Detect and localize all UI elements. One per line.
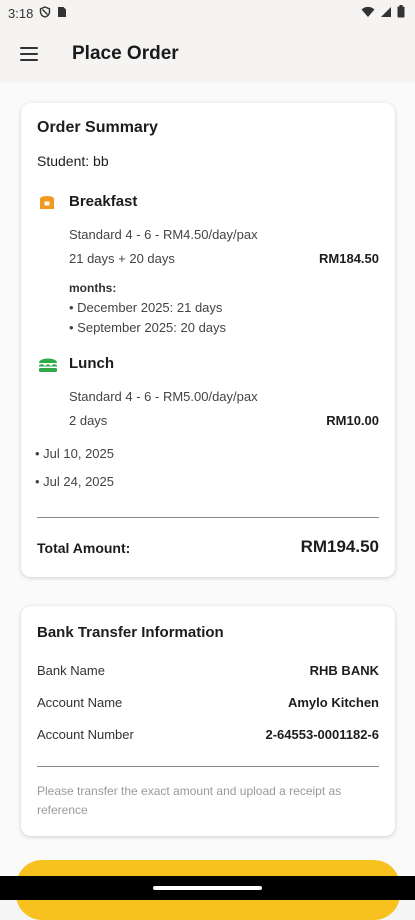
battery-icon	[397, 5, 405, 21]
lunch-icon	[37, 354, 59, 374]
bank-name-label: Bank Name	[37, 663, 105, 678]
account-number-label: Account Number	[37, 727, 134, 742]
month-item: • September 2025: 20 days	[69, 320, 227, 335]
breakfast-icon	[37, 192, 57, 212]
sim-icon	[57, 6, 67, 21]
bank-transfer-card: Bank Transfer Information Bank Name RHB …	[21, 606, 395, 836]
shield-icon	[39, 5, 51, 21]
menu-button[interactable]	[0, 26, 58, 82]
breakfast-days: 21 days + 20 days	[69, 251, 175, 266]
page-title: Place Order	[72, 43, 179, 64]
account-name-value: Amylo Kitchen	[287, 695, 379, 710]
content[interactable]: Order Summary Student: bb Breakfast Stan…	[0, 82, 415, 920]
lunch-title: Lunch	[69, 355, 114, 372]
account-number-value: 2-64553-0001182-6	[265, 727, 380, 742]
breakfast-amount: RM184.50	[319, 251, 379, 266]
breakfast-plan: Standard 4 - 6 - RM4.50/day/pax	[69, 227, 258, 242]
wifi-icon	[361, 6, 375, 21]
home-handle[interactable]	[153, 886, 262, 890]
order-summary-title: Order Summary	[37, 119, 158, 136]
signal-icon	[380, 6, 392, 21]
system-nav-bar	[0, 876, 415, 900]
order-summary-card: Order Summary Student: bb Breakfast Stan…	[21, 103, 395, 577]
lunch-date-item: • Jul 10, 2025	[35, 446, 114, 461]
month-item: • December 2025: 21 days	[69, 300, 223, 315]
total-value: RM194.50	[300, 537, 379, 556]
divider	[37, 517, 379, 518]
lunch-days: 2 days	[69, 413, 108, 428]
lunch-date-item: • Jul 24, 2025	[35, 474, 114, 489]
divider	[37, 766, 379, 767]
lunch-plan: Standard 4 - 6 - RM5.00/day/pax	[69, 389, 258, 404]
menu-icon	[20, 47, 38, 61]
account-name-label: Account Name	[37, 695, 123, 710]
breakfast-title: Breakfast	[69, 193, 138, 210]
app-bar: Place Order	[0, 26, 415, 82]
bank-transfer-title: Bank Transfer Information	[37, 624, 224, 641]
total-label: Total Amount:	[37, 540, 131, 556]
lunch-amount: RM10.00	[326, 413, 379, 428]
months-label: months:	[69, 281, 117, 295]
transfer-note: Please transfer the exact amount and upl…	[37, 784, 342, 817]
status-bar: 3:18	[0, 0, 415, 26]
student-label: Student: bb	[37, 153, 109, 169]
bank-name-value: RHB BANK	[309, 663, 379, 678]
status-time: 3:18	[8, 5, 34, 21]
